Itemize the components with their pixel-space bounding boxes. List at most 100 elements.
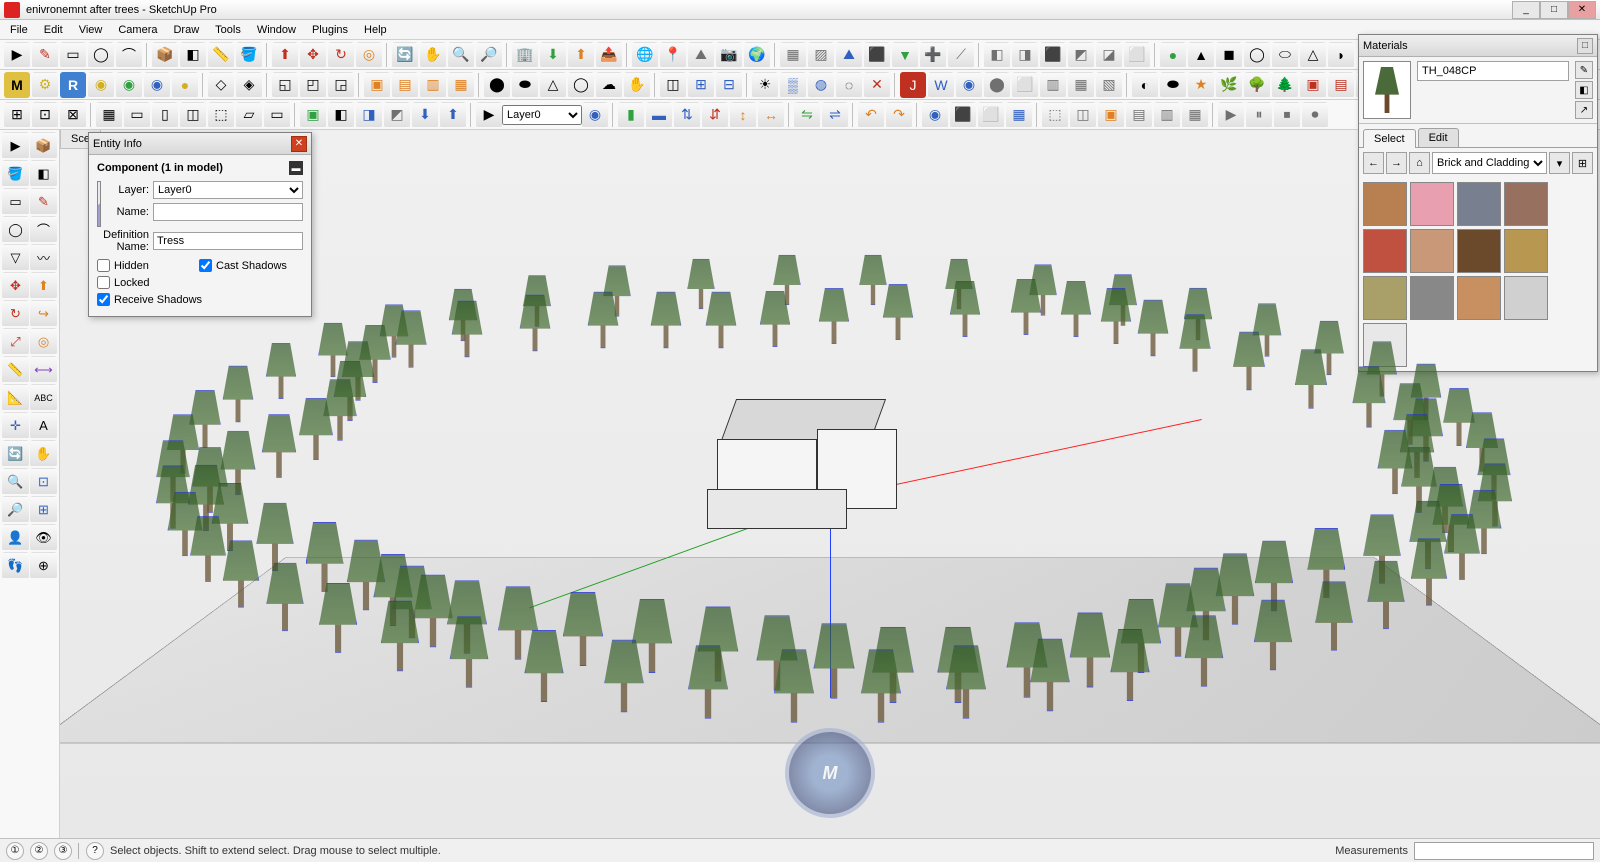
lt-position-icon[interactable]: 👤 bbox=[2, 524, 29, 551]
hidden-check[interactable]: Hidden bbox=[97, 259, 187, 272]
hand-pan-icon[interactable]: ✋ bbox=[624, 72, 650, 98]
vray-2-icon[interactable]: ⬛ bbox=[950, 102, 976, 128]
lt-arc-icon[interactable]: ⌒ bbox=[30, 216, 57, 243]
offset-tool-icon[interactable]: ◎ bbox=[356, 42, 382, 68]
building-maker-icon[interactable]: 🏢 bbox=[512, 42, 538, 68]
material-swatch[interactable] bbox=[1504, 229, 1548, 273]
material-swatch[interactable] bbox=[1457, 229, 1501, 273]
page-4-icon[interactable]: ⬚ bbox=[208, 102, 234, 128]
anim-4-icon[interactable]: ⏺ bbox=[1302, 102, 1328, 128]
export-3-icon[interactable]: ◨ bbox=[356, 102, 382, 128]
align-6-icon[interactable]: ↔ bbox=[758, 102, 784, 128]
cloud-icon[interactable]: ☁ bbox=[596, 72, 622, 98]
eraser-tool-icon[interactable]: ◧ bbox=[180, 42, 206, 68]
dc-interact-icon[interactable]: M bbox=[4, 72, 30, 98]
mesh-2-icon[interactable]: ◫ bbox=[1070, 102, 1096, 128]
hidden-checkbox[interactable] bbox=[97, 259, 110, 272]
layer-manager-icon[interactable]: ◉ bbox=[582, 102, 608, 128]
align-3-icon[interactable]: ⇅ bbox=[674, 102, 700, 128]
menu-file[interactable]: File bbox=[2, 22, 36, 38]
grid-icon[interactable]: ▦ bbox=[96, 102, 122, 128]
nav-library-icon[interactable]: ⊞ bbox=[1572, 152, 1593, 174]
misc-tool-3-icon[interactable]: ⊠ bbox=[60, 102, 86, 128]
material-swatch[interactable] bbox=[1410, 276, 1454, 320]
pan-tool-icon[interactable]: ✋ bbox=[420, 42, 446, 68]
zoom-extents-icon[interactable]: 🔎 bbox=[476, 42, 502, 68]
anim-1-icon[interactable]: ▶ bbox=[1218, 102, 1244, 128]
undo-icon[interactable]: ↶ bbox=[858, 102, 884, 128]
plugin-icon-1[interactable]: ◉ bbox=[88, 72, 114, 98]
select-tool-icon[interactable]: ▶ bbox=[4, 42, 30, 68]
material-swatch[interactable] bbox=[1457, 276, 1501, 320]
sandbox-contours-icon[interactable]: ▦ bbox=[780, 42, 806, 68]
mesh-3-icon[interactable]: ▣ bbox=[1098, 102, 1124, 128]
lt-zoomext-icon[interactable]: ⊞ bbox=[30, 496, 57, 523]
lt-offset-icon[interactable]: ◎ bbox=[30, 328, 57, 355]
get-models-icon[interactable]: ⬇ bbox=[540, 42, 566, 68]
solid-outer-icon[interactable]: ◧ bbox=[984, 42, 1010, 68]
lt-dimension-icon[interactable]: ⟷ bbox=[30, 356, 57, 383]
lt-axes-icon[interactable]: ✛ bbox=[2, 412, 29, 439]
circle-tool-icon[interactable]: ◯ bbox=[88, 42, 114, 68]
menu-edit[interactable]: Edit bbox=[36, 22, 71, 38]
lt-section-icon[interactable]: ⊕ bbox=[30, 552, 57, 579]
material-name-input[interactable] bbox=[1417, 61, 1569, 81]
lt-eraser-icon[interactable]: ◧ bbox=[30, 160, 57, 187]
help-icon[interactable]: ? bbox=[86, 842, 104, 860]
anim-2-icon[interactable]: ⏸ bbox=[1246, 102, 1272, 128]
location-icon[interactable]: 📍 bbox=[660, 42, 686, 68]
entity-info-titlebar[interactable]: Entity Info ✕ bbox=[89, 133, 311, 155]
solid-trim-icon[interactable]: ◪ bbox=[1096, 42, 1122, 68]
shadows-icon[interactable]: ☀ bbox=[752, 72, 778, 98]
shape-pyramid-icon[interactable]: △ bbox=[1300, 42, 1326, 68]
share-model-icon[interactable]: ⬆ bbox=[568, 42, 594, 68]
section-plane-icon[interactable]: ◫ bbox=[660, 72, 686, 98]
nav-home-icon[interactable]: ⌂ bbox=[1409, 152, 1430, 174]
lt-pushpull-icon[interactable]: ⬆ bbox=[30, 272, 57, 299]
lt-select-icon[interactable]: ▶ bbox=[2, 132, 29, 159]
plant-1-icon[interactable]: 🌿 bbox=[1216, 72, 1242, 98]
minimize-button[interactable]: _ bbox=[1512, 1, 1540, 19]
lt-3dtext-icon[interactable]: A bbox=[30, 412, 57, 439]
page-6-icon[interactable]: ▭ bbox=[264, 102, 290, 128]
material-swatch[interactable] bbox=[1363, 229, 1407, 273]
geo-toggle-1-icon[interactable]: ① bbox=[6, 842, 24, 860]
lt-zoomprev-icon[interactable]: 🔎 bbox=[2, 496, 29, 523]
menu-tools[interactable]: Tools bbox=[207, 22, 249, 38]
view-top-icon[interactable]: ◰ bbox=[300, 72, 326, 98]
lt-lookaround-icon[interactable]: 👁 bbox=[30, 524, 57, 551]
lt-component-icon[interactable]: 📦 bbox=[30, 132, 57, 159]
pencil-tool-icon[interactable]: ✎ bbox=[32, 42, 58, 68]
render-6-icon[interactable]: ▥ bbox=[1040, 72, 1066, 98]
drape-icon[interactable]: ▼ bbox=[892, 42, 918, 68]
lt-protractor-icon[interactable]: 📐 bbox=[2, 384, 29, 411]
globe-icon[interactable]: 🌐 bbox=[632, 42, 658, 68]
solid-split-icon[interactable]: ⬜ bbox=[1124, 42, 1150, 68]
render-1-icon[interactable]: J bbox=[900, 72, 926, 98]
export-1-icon[interactable]: ▣ bbox=[300, 102, 326, 128]
export-2-icon[interactable]: ◧ bbox=[328, 102, 354, 128]
entity-info-collapse-icon[interactable]: ▬ bbox=[289, 161, 303, 175]
materials-titlebar[interactable]: Materials □ bbox=[1359, 35, 1597, 57]
face-style-2-icon[interactable]: ▤ bbox=[392, 72, 418, 98]
move-tool-icon[interactable]: ✥ bbox=[300, 42, 326, 68]
layer-arrow-icon[interactable]: ▶ bbox=[476, 102, 502, 128]
align-4-icon[interactable]: ⇵ bbox=[702, 102, 728, 128]
material-swatch[interactable] bbox=[1410, 182, 1454, 226]
menu-draw[interactable]: Draw bbox=[165, 22, 207, 38]
locked-check[interactable]: Locked bbox=[97, 276, 187, 289]
page-3-icon[interactable]: ◫ bbox=[180, 102, 206, 128]
preview-ge-icon[interactable]: 🌍 bbox=[744, 42, 770, 68]
toggle-terrain-icon[interactable]: ⛰ bbox=[688, 42, 714, 68]
vray-3-icon[interactable]: ⬜ bbox=[978, 102, 1004, 128]
tape-tool-icon[interactable]: 📏 bbox=[208, 42, 234, 68]
orbit-tool-icon[interactable]: 🔄 bbox=[392, 42, 418, 68]
sphere-icon[interactable]: ⬤ bbox=[484, 72, 510, 98]
redo-icon[interactable]: ↷ bbox=[886, 102, 912, 128]
back-edges-icon[interactable]: ◌ bbox=[836, 72, 862, 98]
flip-edge-icon[interactable]: ⟋ bbox=[948, 42, 974, 68]
lt-pan-icon[interactable]: ✋ bbox=[30, 440, 57, 467]
face-style-4-icon[interactable]: ▦ bbox=[448, 72, 474, 98]
plugin-icon-2[interactable]: ◉ bbox=[116, 72, 142, 98]
torus-icon-2[interactable]: ◯ bbox=[568, 72, 594, 98]
